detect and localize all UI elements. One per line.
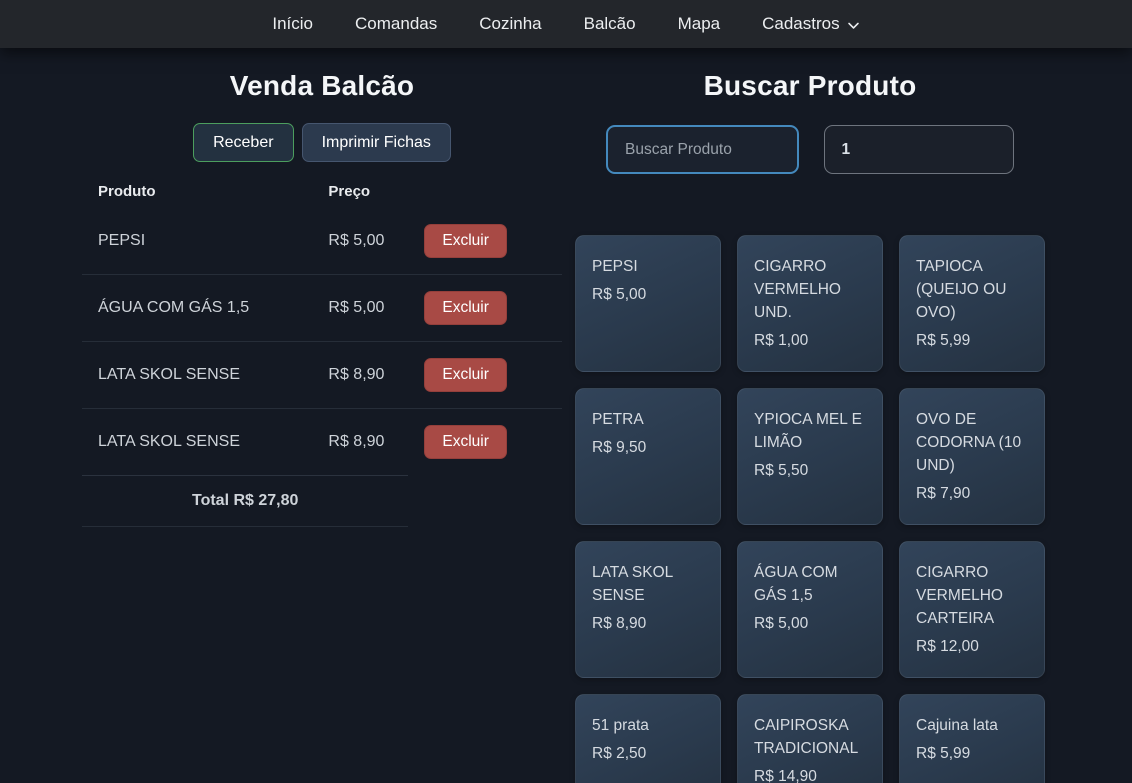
product-name: LATA SKOL SENSE: [592, 561, 704, 607]
product-name: CAIPIROSKA TRADICIONAL: [754, 714, 866, 760]
buscar-produto-section: Buscar Produto PEPSI R$ 5,00 CIGARRO VERME…: [566, 48, 1054, 783]
nav-item-label: Mapa: [678, 14, 721, 34]
cart-row-product: ÁGUA COM GÁS 1,5: [82, 275, 312, 342]
product-name: TAPIOCA (QUEIJO OU OVO): [916, 255, 1028, 324]
product-name: Cajuina lata: [916, 714, 1028, 737]
nav-item-comandas[interactable]: Comandas: [355, 14, 437, 34]
product-price: R$ 8,90: [592, 612, 704, 635]
main-content: Venda Balcão Receber Imprimir Fichas Pro…: [78, 48, 1054, 783]
receber-button[interactable]: Receber: [193, 123, 293, 162]
cart-row-actions: Excluir: [408, 342, 562, 409]
product-price: R$ 2,50: [592, 742, 704, 765]
product-card[interactable]: TAPIOCA (QUEIJO OU OVO) R$ 5,99: [899, 235, 1045, 372]
product-grid: PEPSI R$ 5,00 CIGARRO VERMELHO UND. R$ 1,00…: [570, 235, 1050, 783]
product-price: R$ 5,99: [916, 742, 1028, 765]
product-price: R$ 5,99: [916, 329, 1028, 352]
chevron-down-icon: [847, 19, 860, 32]
product-name: PETRA: [592, 408, 704, 431]
product-price: R$ 5,00: [754, 612, 866, 635]
cart-row-price: R$ 8,90: [312, 409, 408, 476]
product-card[interactable]: LATA SKOL SENSE R$ 8,90: [575, 541, 721, 678]
product-name: YPIOCA MEL E LIMÃO: [754, 408, 866, 454]
venda-balcao-title: Venda Balcão: [82, 70, 562, 102]
cart-header-price: Preço: [312, 174, 408, 208]
cart-row-product: LATA SKOL SENSE: [82, 342, 312, 409]
excluir-button[interactable]: Excluir: [424, 224, 507, 258]
nav-item-label: Comandas: [355, 14, 437, 34]
product-price: R$ 7,90: [916, 482, 1028, 505]
product-price: R$ 14,90: [754, 765, 866, 783]
product-card[interactable]: PEPSI R$ 5,00: [575, 235, 721, 372]
cart-table-header-row: Produto Preço: [82, 174, 562, 208]
cart-row-product: PEPSI: [82, 208, 312, 275]
cart-header-actions: [408, 174, 562, 208]
cart-row-price: R$ 5,00: [312, 208, 408, 275]
excluir-button[interactable]: Excluir: [424, 425, 507, 459]
product-card[interactable]: CIGARRO VERMELHO UND. R$ 1,00: [737, 235, 883, 372]
cart-total: Total R$ 27,80: [82, 475, 408, 526]
product-price: R$ 5,50: [754, 459, 866, 482]
product-card[interactable]: OVO DE CODORNA (10 UND) R$ 7,90: [899, 388, 1045, 525]
cart-row-actions: Excluir: [408, 275, 562, 342]
product-card[interactable]: CAIPIROSKA TRADICIONAL R$ 14,90: [737, 694, 883, 783]
product-name: OVO DE CODORNA (10 UND): [916, 408, 1028, 477]
imprimir-fichas-button[interactable]: Imprimir Fichas: [302, 123, 451, 162]
nav-item-balcao[interactable]: Balcão: [584, 14, 636, 34]
product-price: R$ 12,00: [916, 635, 1028, 658]
search-controls: [570, 125, 1050, 174]
product-name: CIGARRO VERMELHO UND.: [754, 255, 866, 324]
cart-row-actions: Excluir: [408, 208, 562, 275]
buscar-produto-title: Buscar Produto: [570, 70, 1050, 102]
cart-row: PEPSIR$ 5,00 Excluir: [82, 208, 562, 275]
nav-item-label: Início: [272, 14, 313, 34]
search-input[interactable]: [606, 125, 799, 174]
product-card[interactable]: PETRA R$ 9,50: [575, 388, 721, 525]
sale-actions: Receber Imprimir Fichas: [82, 123, 562, 162]
cart-row: LATA SKOL SENSER$ 8,90 Excluir: [82, 342, 562, 409]
nav-item-inicio[interactable]: Início: [272, 14, 313, 34]
product-card[interactable]: ÁGUA COM GÁS 1,5 R$ 5,00: [737, 541, 883, 678]
product-card[interactable]: YPIOCA MEL E LIMÃO R$ 5,50: [737, 388, 883, 525]
cart-row-actions: Excluir: [408, 409, 562, 476]
cart-row-product: LATA SKOL SENSE: [82, 409, 312, 476]
nav-item-cozinha[interactable]: Cozinha: [479, 14, 541, 34]
top-navbar: Início Comandas Cozinha Balcão Mapa Cadastros: [0, 0, 1132, 48]
product-name: CIGARRO VERMELHO CARTEIRA: [916, 561, 1028, 630]
venda-balcao-section: Venda Balcão Receber Imprimir Fichas Pro…: [78, 48, 566, 783]
cart-row-price: R$ 5,00: [312, 275, 408, 342]
cart-total-row: Total R$ 27,80: [82, 475, 562, 526]
quantity-input[interactable]: [824, 125, 1015, 174]
product-card[interactable]: Cajuina lata R$ 5,99: [899, 694, 1045, 783]
product-price: R$ 5,00: [592, 283, 704, 306]
product-price: R$ 9,50: [592, 436, 704, 459]
nav-item-label: Balcão: [584, 14, 636, 34]
nav-item-label: Cadastros: [762, 14, 839, 34]
excluir-button[interactable]: Excluir: [424, 291, 507, 325]
product-card[interactable]: 51 prata R$ 2,50: [575, 694, 721, 783]
product-price: R$ 1,00: [754, 329, 866, 352]
product-name: ÁGUA COM GÁS 1,5: [754, 561, 866, 607]
cart-total-spacer: [408, 475, 562, 526]
product-name: PEPSI: [592, 255, 704, 278]
nav-item-label: Cozinha: [479, 14, 541, 34]
cart-header-product: Produto: [82, 174, 312, 208]
cart-row: ÁGUA COM GÁS 1,5R$ 5,00 Excluir: [82, 275, 562, 342]
nav-item-mapa[interactable]: Mapa: [678, 14, 721, 34]
cart-row: LATA SKOL SENSER$ 8,90 Excluir: [82, 409, 562, 476]
cart-row-price: R$ 8,90: [312, 342, 408, 409]
nav-item-cadastros[interactable]: Cadastros: [762, 14, 859, 34]
product-name: 51 prata: [592, 714, 704, 737]
excluir-button[interactable]: Excluir: [424, 358, 507, 392]
cart-table: Produto Preço PEPSIR$ 5,00ExcluirÁGUA CO…: [82, 174, 562, 527]
product-card[interactable]: CIGARRO VERMELHO CARTEIRA R$ 12,00: [899, 541, 1045, 678]
